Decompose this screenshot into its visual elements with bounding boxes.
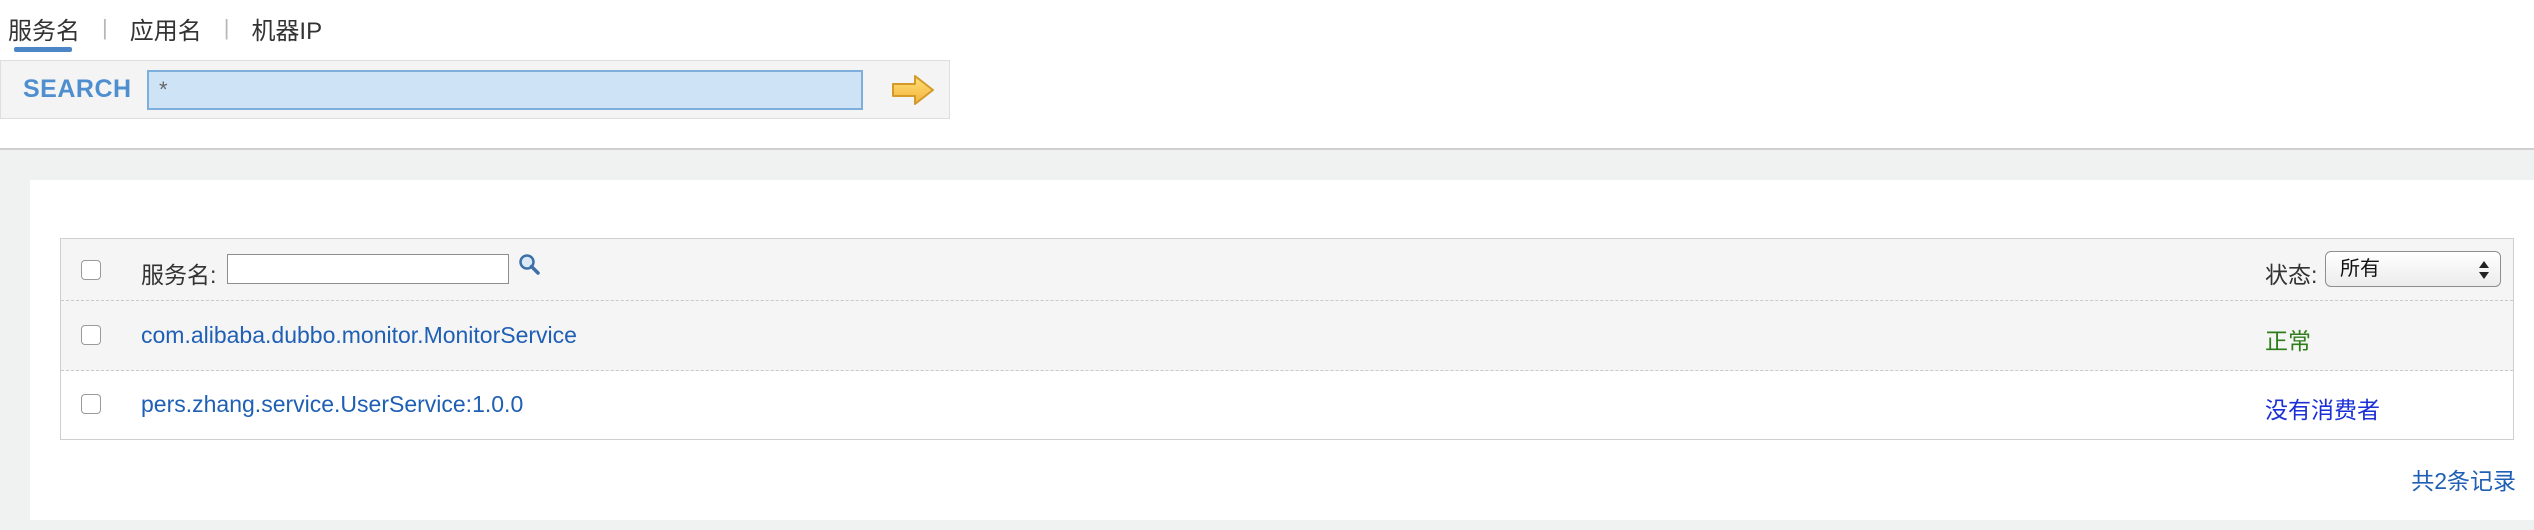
row-checkbox[interactable] (81, 394, 101, 414)
status-filter-label: 状态: (2265, 262, 2318, 288)
service-link[interactable]: com.alibaba.dubbo.monitor.MonitorService (141, 322, 577, 349)
search-label: SEARCH (23, 75, 132, 103)
service-name-filter-input[interactable] (227, 254, 509, 284)
service-name-label: 服务名: (141, 262, 217, 288)
arrow-right-icon[interactable] (891, 74, 935, 106)
row-checkbox[interactable] (81, 325, 101, 345)
select-arrows-icon (2478, 258, 2490, 280)
table-header-row: 服务名: 状态: 所有 (61, 239, 2513, 301)
content-panel: 服务名: 状态: 所有 com.alibaba.dubbo.monitor.Mo… (30, 180, 2534, 520)
status-text: 正常 (2265, 328, 2311, 354)
table-row: com.alibaba.dubbo.monitor.MonitorService… (61, 301, 2513, 371)
top-bar: 服务名 | 应用名 | 机器IP SEARCH (0, 0, 2534, 148)
table-row: pers.zhang.service.UserService:1.0.0 没有消… (61, 371, 2513, 439)
tab-application-name[interactable]: 应用名 (130, 11, 202, 46)
service-link[interactable]: pers.zhang.service.UserService:1.0.0 (141, 391, 523, 418)
search-type-tabs: 服务名 | 应用名 | 机器IP (8, 8, 322, 52)
tab-machine-ip[interactable]: 机器IP (251, 11, 322, 46)
select-all-checkbox[interactable] (81, 260, 101, 280)
tab-service-name[interactable]: 服务名 (8, 11, 80, 52)
tab-separator: | (102, 15, 108, 40)
search-input[interactable] (147, 70, 863, 110)
status-filter-select[interactable]: 所有 (2325, 251, 2501, 287)
total-records: 共2条记录 (2411, 468, 2516, 494)
search-icon[interactable] (517, 252, 543, 278)
tab-separator: | (223, 15, 230, 40)
status-text: 没有消费者 (2265, 397, 2380, 423)
services-table: 服务名: 状态: 所有 com.alibaba.dubbo.monitor.Mo… (60, 238, 2514, 440)
status-filter-value: 所有 (2340, 258, 2380, 280)
search-bar: SEARCH (0, 60, 950, 119)
